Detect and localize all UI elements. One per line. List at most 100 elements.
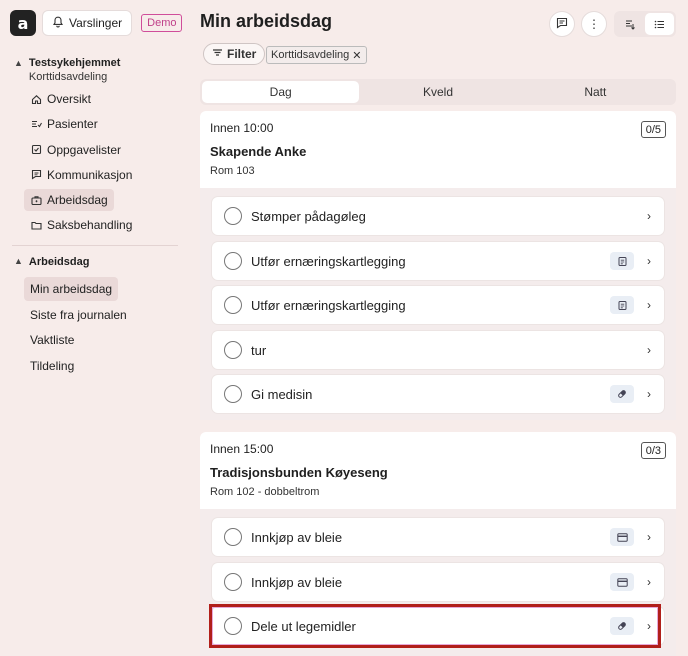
sidebar-item-pasienter[interactable]: Pasienter: [24, 113, 104, 135]
pill-icon: [610, 617, 634, 635]
task-item[interactable]: Innkjøp av bleie ›: [212, 563, 664, 601]
chevron-right-icon: ›: [647, 387, 651, 401]
close-icon[interactable]: ✕: [352, 49, 361, 62]
chip-label: Korttidsavdeling: [271, 49, 350, 61]
chevron-right-icon: ›: [647, 530, 651, 544]
filter-icon: [212, 47, 223, 61]
list-view-button[interactable]: [645, 13, 674, 35]
sidebar-item-saksbehandling[interactable]: Saksbehandling: [24, 214, 138, 236]
list-icon: [654, 20, 664, 28]
task-label: Gi medisin: [251, 386, 313, 402]
task-label: Utfør ernæringskartlegging: [251, 253, 406, 269]
task-checkbox[interactable]: [224, 385, 242, 403]
notifications-button[interactable]: Varslinger: [42, 10, 133, 36]
tab-natt[interactable]: Natt: [517, 81, 674, 103]
task-item[interactable]: Gi medisin ›: [212, 375, 664, 413]
task-label: Innkjøp av bleie: [251, 529, 343, 545]
view-toggle: [614, 11, 676, 37]
task-item[interactable]: Dele ut legemidler ›: [212, 607, 664, 645]
patient-group-header[interactable]: Innen 15:00 Tradisjonsbunden Køyeseng Ro…: [200, 432, 676, 509]
sidebar-item-label: Pasienter: [47, 117, 98, 132]
task-checkbox[interactable]: [224, 341, 242, 359]
card-icon: [610, 528, 634, 546]
clipboard-icon: [610, 252, 634, 270]
sidebar-item-min-arbeidsdag[interactable]: Min arbeidsdag: [24, 277, 119, 301]
task-count-badge: 0/5: [640, 121, 666, 138]
patient-group-header[interactable]: Innen 10:00 Skapende Anke Rom 103 0/5: [200, 111, 676, 188]
sidebar-item-oppgavelister[interactable]: Oppgavelister: [24, 139, 127, 161]
room-label: Rom 103: [210, 165, 255, 177]
patient-name: Tradisjonsbunden Køyeseng: [210, 465, 388, 480]
task-checkbox[interactable]: [224, 296, 242, 314]
task-item[interactable]: Stømper pådagøleg ›: [212, 197, 664, 235]
chevron-right-icon: ›: [647, 343, 651, 357]
card-icon: [610, 573, 634, 591]
grouped-list-view-button[interactable]: [616, 13, 645, 35]
sidebar: a Varslinger Demo ▲ Testsykehjemmet Kort…: [0, 0, 190, 656]
sidebar-item-label: Kommunikasjon: [47, 167, 133, 182]
page-title: Min arbeidsdag: [200, 11, 333, 31]
task-checkbox[interactable]: [224, 617, 242, 635]
folder-icon: [30, 219, 42, 231]
comment-icon: [556, 17, 568, 32]
due-time: Innen 15:00: [210, 442, 274, 456]
task-list: Stømper pådagøleg › Utfør ernæringskartl…: [200, 188, 676, 420]
tab-dag[interactable]: Dag: [202, 81, 360, 103]
patient-name: Skapende Anke: [210, 144, 307, 159]
task-label: Innkjøp av bleie: [251, 574, 343, 590]
task-checkbox[interactable]: [224, 528, 242, 546]
org-section-toggle[interactable]: ▲ Testsykehjemmet Korttidsavdeling: [14, 57, 120, 83]
task-checkbox[interactable]: [224, 252, 242, 270]
chevron-right-icon: ›: [647, 209, 651, 223]
more-vertical-icon: ⋮: [588, 17, 600, 31]
message-icon: [30, 169, 42, 181]
sidebar-item-vaktliste[interactable]: Vaktliste: [24, 328, 80, 352]
sidebar-item-label: Tildeling: [30, 358, 75, 373]
more-options-button[interactable]: ⋮: [581, 11, 607, 37]
demo-badge: Demo: [141, 14, 183, 32]
org-unit: Korttidsavdeling: [28, 71, 108, 83]
sidebar-item-label: Arbeidsdag: [47, 193, 108, 208]
sidebar-item-siste-fra-journalen[interactable]: Siste fra journalen: [24, 303, 133, 327]
sidebar-item-label: Siste fra journalen: [30, 307, 127, 322]
arbeidsdag-section-toggle[interactable]: ▲ Arbeidsdag: [14, 256, 89, 268]
task-label: tur: [251, 342, 267, 358]
shift-tabs: Dag Kveld Natt: [200, 79, 676, 105]
sidebar-item-label: Vaktliste: [30, 333, 75, 347]
chevron-right-icon: ›: [647, 619, 651, 633]
app-logo[interactable]: a: [10, 10, 36, 36]
section-title: Arbeidsdag: [28, 256, 90, 268]
task-checkbox[interactable]: [224, 207, 242, 225]
sidebar-item-oversikt[interactable]: Oversikt: [24, 88, 97, 110]
pill-icon: [610, 385, 634, 403]
sidebar-item-arbeidsdag[interactable]: Arbeidsdag: [24, 189, 114, 212]
task-label: Stømper pådagøleg: [251, 208, 366, 224]
patients-icon: [30, 118, 42, 130]
bell-icon: [52, 16, 64, 31]
sidebar-nav-arbeidsdag: Min arbeidsdag Siste fra journalen Vaktl…: [24, 277, 133, 379]
briefcase-icon: [30, 194, 42, 206]
task-checkbox[interactable]: [224, 573, 242, 591]
sidebar-item-label: Oppgavelister: [47, 142, 122, 157]
chevron-up-icon: ▲: [14, 58, 23, 68]
sidebar-divider: [12, 245, 178, 246]
filter-button[interactable]: Filter: [203, 43, 266, 65]
task-count-badge: 0/3: [640, 442, 666, 459]
task-item[interactable]: Utfør ernæringskartlegging ›: [212, 242, 664, 280]
sidebar-item-kommunikasjon[interactable]: Kommunikasjon: [24, 164, 138, 186]
due-time: Innen 10:00: [210, 121, 274, 135]
main-content: Min arbeidsdag ⋮ Filter Korttidsavdeling…: [200, 0, 688, 656]
chevron-right-icon: ›: [647, 298, 651, 312]
org-name: Testsykehjemmet: [28, 57, 121, 69]
room-label: Rom 102 - dobbeltrom: [210, 486, 320, 498]
filter-chip[interactable]: Korttidsavdeling ✕: [266, 46, 367, 64]
clipboard-icon: [610, 296, 634, 314]
sidebar-item-tildeling[interactable]: Tildeling: [24, 354, 80, 378]
task-item[interactable]: tur ›: [212, 331, 664, 369]
task-item[interactable]: Utfør ernæringskartlegging ›: [212, 286, 664, 324]
sidebar-item-label: Min arbeidsdag: [30, 282, 113, 296]
sidebar-item-label: Saksbehandling: [47, 218, 133, 233]
comment-button[interactable]: [549, 11, 575, 37]
task-item[interactable]: Innkjøp av bleie ›: [212, 518, 664, 556]
tab-kveld[interactable]: Kveld: [359, 81, 516, 103]
